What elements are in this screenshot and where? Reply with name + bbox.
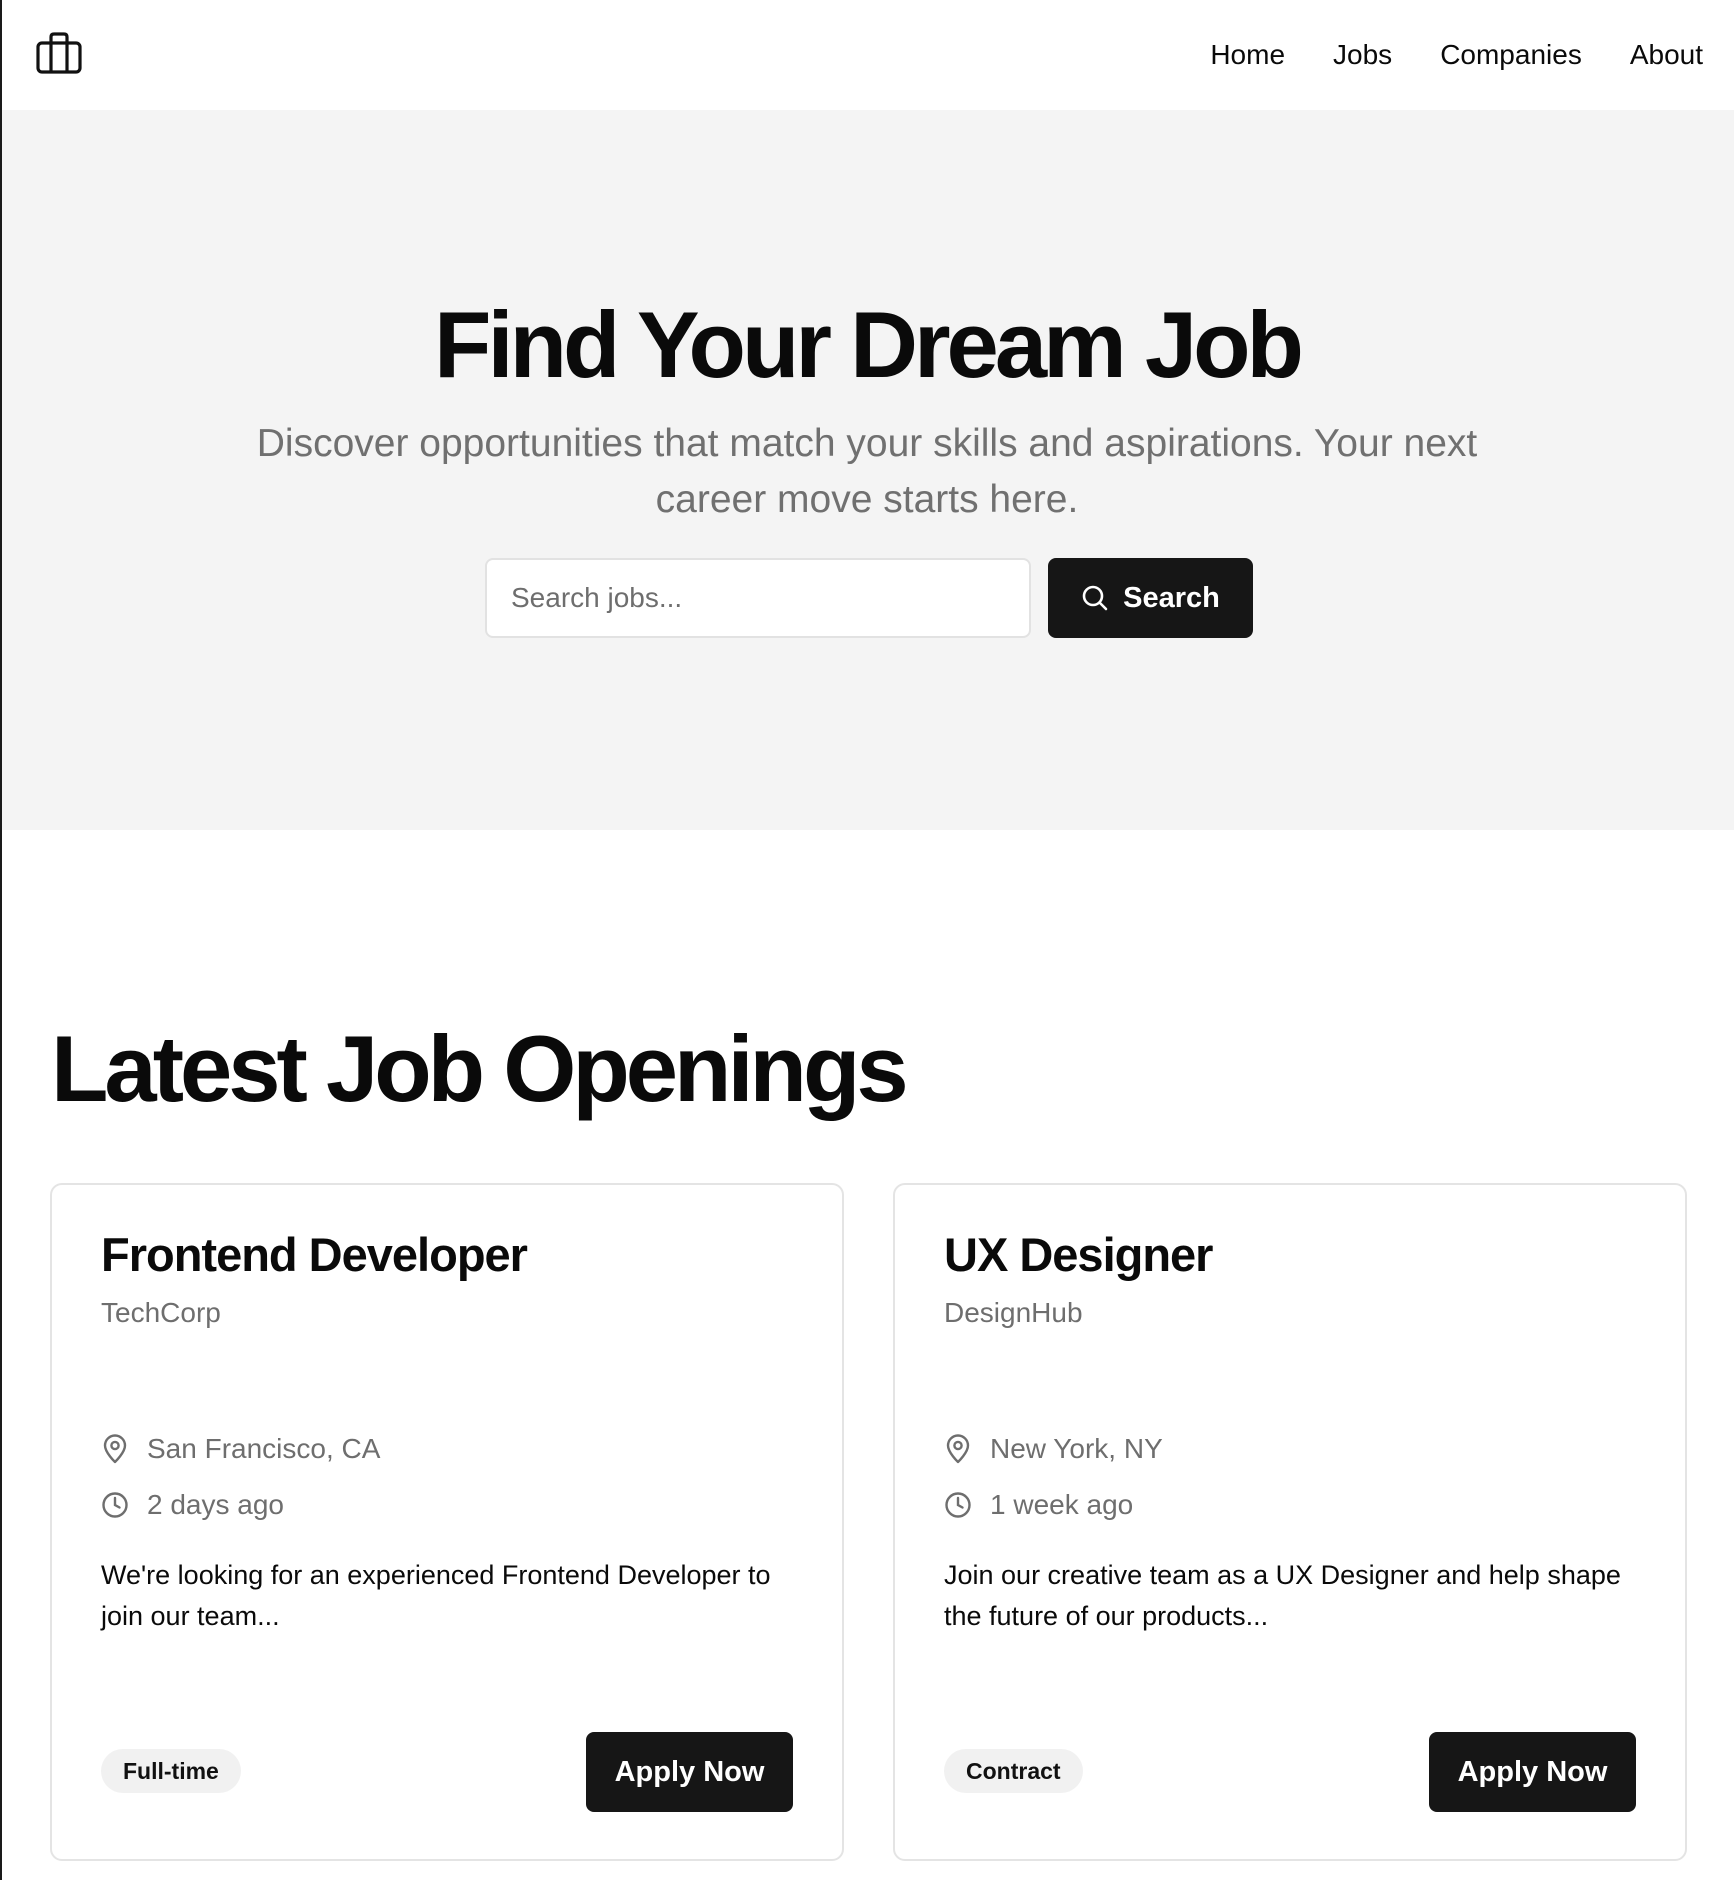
job-card: UX Designer DesignHub New York, NY 1 wee… [893, 1183, 1687, 1861]
job-description: We're looking for an experienced Fronten… [101, 1560, 771, 1631]
job-description: Join our creative team as a UX Designer … [944, 1560, 1621, 1631]
main-nav: Home Jobs Companies About [1210, 0, 1703, 110]
search-button[interactable]: Search [1048, 558, 1253, 638]
nav-link-about[interactable]: About [1630, 39, 1703, 71]
job-title: UX Designer [944, 1228, 1213, 1281]
map-pin-icon [944, 1434, 972, 1464]
job-title: Frontend Developer [101, 1228, 528, 1281]
search-icon [1081, 584, 1109, 612]
job-type-badge: Contract [944, 1749, 1083, 1793]
job-type-badge: Full-time [101, 1749, 241, 1793]
site-header: Home Jobs Companies About [2, 0, 1734, 110]
job-company: TechCorp [101, 1297, 221, 1328]
job-location: New York, NY [944, 1429, 1163, 1469]
clock-icon [944, 1491, 972, 1519]
map-pin-icon [101, 1434, 129, 1464]
job-posted: 2 days ago [101, 1485, 284, 1525]
search-input[interactable] [485, 558, 1031, 638]
clock-icon [101, 1491, 129, 1519]
hero-title: Find Your Dream Job [434, 292, 1304, 397]
job-location-text: New York, NY [990, 1433, 1163, 1464]
job-company: DesignHub [944, 1297, 1083, 1328]
nav-link-home[interactable]: Home [1210, 39, 1285, 71]
job-card: Frontend Developer TechCorp San Francisc… [50, 1183, 844, 1861]
apply-now-button[interactable]: Apply Now [586, 1732, 793, 1812]
nav-link-companies[interactable]: Companies [1440, 39, 1582, 71]
job-location-text: San Francisco, CA [147, 1433, 381, 1464]
briefcase-icon[interactable] [36, 32, 82, 74]
job-posted: 1 week ago [944, 1485, 1133, 1525]
search-button-label: Search [1123, 581, 1220, 614]
job-posted-text: 2 days ago [147, 1489, 284, 1520]
job-posted-text: 1 week ago [990, 1489, 1134, 1520]
nav-link-jobs[interactable]: Jobs [1333, 39, 1392, 71]
job-location: San Francisco, CA [101, 1429, 380, 1469]
section-title: Latest Job Openings [51, 1016, 909, 1121]
apply-now-button[interactable]: Apply Now [1429, 1732, 1636, 1812]
hero-subtitle: Discover opportunities that match your s… [256, 422, 1478, 521]
